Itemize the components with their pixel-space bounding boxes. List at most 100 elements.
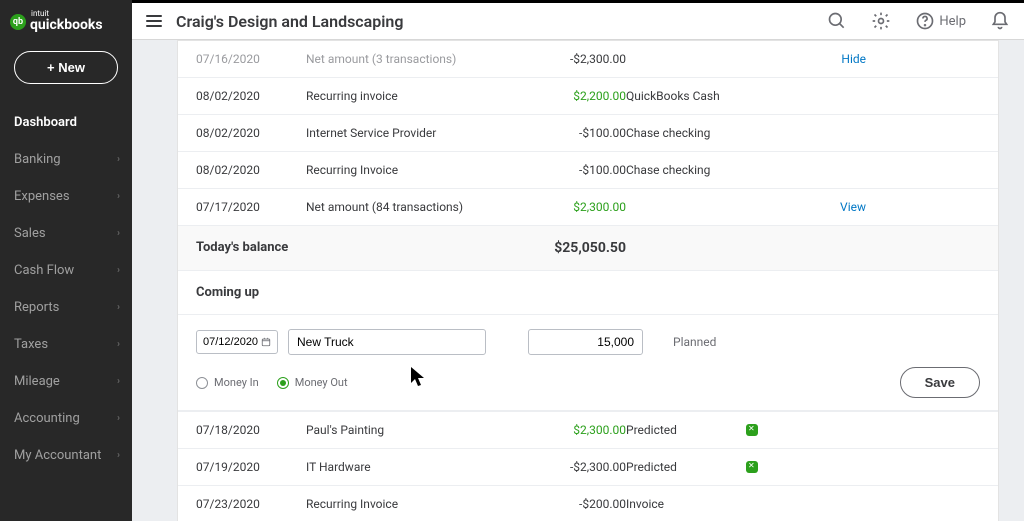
sidebar-item-label: Mileage [14,374,60,389]
amount-input[interactable] [528,329,643,355]
sidebar-item-expenses[interactable]: Expenses › [14,182,132,211]
money-out-label: Money Out [295,376,348,389]
predicted-row: 07/23/2020Recurring Invoice-$200.00Invoi… [178,485,998,521]
row-amount: -$2,300.00 [526,52,626,66]
sidebar-item-label: Banking [14,152,61,167]
balance-value: $25,050.50 [526,240,626,256]
sidebar-item-label: Reports [14,300,59,315]
row-amount: -$100.00 [526,163,626,177]
topbar: Craig's Design and Landscaping Help [132,0,1024,40]
row-amount: -$200.00 [526,497,626,511]
chevron-right-icon: › [117,450,120,461]
delete-badge-icon[interactable] [746,461,758,473]
sidebar-item-label: My Accountant [14,448,101,463]
sidebar-item-label: Cash Flow [14,263,74,278]
row-status: Predicted [626,460,746,474]
row-account: QuickBooks Cash [626,89,796,103]
row-desc: Recurring Invoice [306,163,526,177]
row-amount: -$2,300.00 [526,460,626,474]
chevron-right-icon: › [117,339,120,350]
sidebar-item-my-accountant[interactable]: My Accountant › [14,441,132,470]
predicted-row: 07/18/2020Paul's Painting$2,300.00Predic… [178,411,998,448]
row-amount: $2,200.00 [526,89,626,103]
sidebar-item-label: Taxes [14,337,48,352]
help-label: Help [939,14,966,29]
menu-icon[interactable] [146,15,162,27]
sidebar: qb intuit quickbooks + New Dashboard Bank… [0,0,132,521]
search-icon[interactable] [827,11,847,31]
name-input[interactable] [288,329,486,355]
brand-name: quickbooks [30,17,103,33]
row-date: 07/16/2020 [196,52,306,66]
sidebar-item-mileage[interactable]: Mileage › [14,367,132,396]
radio-icon [277,377,289,389]
logo: qb intuit quickbooks [10,10,103,33]
row-status: Predicted [626,423,746,437]
chevron-right-icon: › [117,265,120,276]
sidebar-item-label: Expenses [14,189,70,204]
logo-badge-icon: qb [10,14,26,30]
row-link[interactable]: View [796,200,866,214]
sidebar-item-banking[interactable]: Banking › [14,145,132,174]
row-desc: Recurring Invoice [306,497,526,511]
chevron-right-icon: › [117,228,120,239]
cashflow-card: 07/16/2020Net amount (3 transactions)-$2… [177,40,999,521]
date-input[interactable] [203,336,261,348]
row-desc: Paul's Painting [306,423,526,437]
row-status: Invoice [626,497,746,511]
coming-up-header: Coming up [178,270,998,314]
chevron-right-icon: › [117,413,120,424]
predicted-row: 07/19/2020IT Hardware-$2,300.00Predicted [178,448,998,485]
row-amount: -$100.00 [526,126,626,140]
row-date: 07/18/2020 [196,423,306,437]
calendar-icon [261,336,271,348]
row-date: 07/19/2020 [196,460,306,474]
date-input-wrap[interactable] [196,330,278,354]
row-date: 07/23/2020 [196,497,306,511]
help-button[interactable]: Help [915,11,966,31]
save-button[interactable]: Save [900,367,980,398]
sidebar-item-cash-flow[interactable]: Cash Flow › [14,256,132,285]
entry-status: Planned [643,335,980,349]
chevron-right-icon: › [117,154,120,165]
transaction-row: 08/02/2020Recurring Invoice-$100.00Chase… [178,151,998,188]
new-button[interactable]: + New [14,51,118,84]
chevron-right-icon: › [117,191,120,202]
transaction-row: 08/02/2020Internet Service Provider-$100… [178,114,998,151]
row-desc: Net amount (84 transactions) [306,200,526,214]
row-date: 08/02/2020 [196,163,306,177]
row-desc: Internet Service Provider [306,126,526,140]
row-account: Chase checking [626,126,796,140]
sidebar-item-accounting[interactable]: Accounting › [14,404,132,433]
company-name: Craig's Design and Landscaping [176,12,403,31]
row-account: Chase checking [626,163,796,177]
sidebar-item-sales[interactable]: Sales › [14,219,132,248]
money-in-radio[interactable]: Money In [196,376,259,389]
money-out-radio[interactable]: Money Out [277,376,348,389]
bell-icon[interactable] [990,11,1010,31]
radio-icon [196,377,208,389]
transaction-row: 07/17/2020Net amount (84 transactions)$2… [178,188,998,225]
transaction-row: 07/16/2020Net amount (3 transactions)-$2… [178,41,998,77]
sidebar-item-label: Dashboard [14,115,77,130]
row-date: 08/02/2020 [196,126,306,140]
row-desc: Net amount (3 transactions) [306,52,526,66]
row-desc: Recurring invoice [306,89,526,103]
row-date: 07/17/2020 [196,200,306,214]
sidebar-item-label: Sales [14,226,46,241]
row-date: 08/02/2020 [196,89,306,103]
gear-icon[interactable] [871,11,891,31]
balance-label: Today's balance [196,240,526,256]
transaction-row: 08/02/2020Recurring invoice$2,200.00Quic… [178,77,998,114]
delete-badge-icon[interactable] [746,424,758,436]
row-link[interactable]: Hide [796,52,866,66]
row-amount: $2,300.00 [526,200,626,214]
sidebar-item-dashboard[interactable]: Dashboard [14,108,132,137]
chevron-right-icon: › [117,302,120,313]
money-in-label: Money In [214,376,259,389]
chevron-right-icon: › [117,376,120,387]
sidebar-item-taxes[interactable]: Taxes › [14,330,132,359]
row-amount: $2,300.00 [526,423,626,437]
sidebar-item-reports[interactable]: Reports › [14,293,132,322]
sidebar-item-label: Accounting [14,411,80,426]
